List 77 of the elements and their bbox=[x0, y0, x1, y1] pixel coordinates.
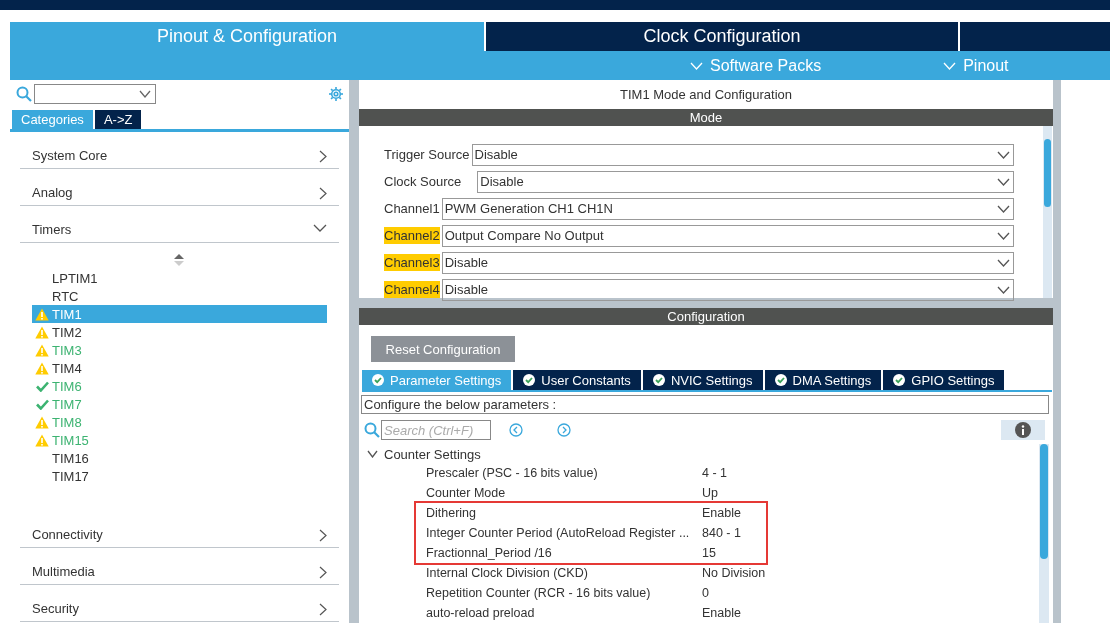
previous-icon[interactable] bbox=[509, 423, 523, 437]
description-field: Configure the below parameters : bbox=[361, 395, 1049, 414]
settings-icon bbox=[328, 86, 344, 102]
dropdown[interactable]: Output Compare No Output bbox=[441, 224, 1014, 247]
field-label: Clock Source bbox=[384, 173, 462, 190]
search-field[interactable]: Search (Ctrl+F) bbox=[381, 420, 491, 440]
info-button[interactable] bbox=[1001, 420, 1045, 440]
search-icon bbox=[364, 422, 380, 438]
category-header[interactable]: Connectivity bbox=[20, 511, 339, 548]
param-name: Fractionnal_Period /16 bbox=[426, 546, 553, 560]
main-tab[interactable]: Clock Configuration bbox=[486, 22, 958, 51]
panel-title: TIM1 Mode and Configuration bbox=[619, 86, 793, 104]
field-label: Channel4 bbox=[384, 281, 440, 298]
chevron-down-icon bbox=[139, 90, 151, 98]
dropdown[interactable]: Disable bbox=[441, 251, 1014, 274]
param-name: Internal Clock Division (CKD) bbox=[426, 566, 589, 580]
settings-tab[interactable]: User Constants bbox=[513, 370, 641, 390]
param-name: Dithering bbox=[426, 506, 478, 520]
param-name: Repetition Counter (RCR - 16 bits value) bbox=[426, 586, 652, 600]
timer-item[interactable]: TIM4 bbox=[32, 359, 327, 377]
check-circle-icon bbox=[774, 374, 787, 386]
chevron-down-icon bbox=[997, 285, 1010, 294]
filter-combobox[interactable] bbox=[34, 84, 156, 104]
param-value[interactable]: 4 - 1 bbox=[702, 466, 727, 480]
param-name: Integer Counter Period (AutoReload Register ... bbox=[426, 526, 691, 540]
category-header[interactable]: Timers bbox=[20, 206, 339, 243]
check-circle-icon bbox=[523, 374, 536, 386]
section-header: Configuration bbox=[359, 308, 1053, 325]
param-value[interactable]: 15 bbox=[702, 546, 716, 560]
param-value[interactable]: Enable bbox=[702, 606, 741, 620]
param-name: Counter Mode bbox=[426, 486, 507, 500]
timer-item[interactable]: RTC bbox=[32, 287, 327, 305]
param-name: Prescaler (PSC - 16 bits value) bbox=[426, 466, 599, 480]
chevron-down-icon bbox=[997, 231, 1010, 240]
sort-icon bbox=[173, 254, 184, 266]
param-name: auto-reload preload bbox=[426, 606, 536, 620]
field-label: Trigger Source bbox=[384, 146, 470, 163]
check-circle-icon bbox=[652, 374, 665, 386]
param-value[interactable]: 840 - 1 bbox=[702, 526, 741, 540]
category-header[interactable]: Security bbox=[20, 585, 339, 622]
category-header[interactable]: Multimedia bbox=[20, 548, 339, 585]
chevron-down-icon bbox=[997, 177, 1010, 186]
field-label: Channel3 bbox=[384, 254, 440, 271]
settings-tab[interactable]: NVIC Settings bbox=[642, 370, 763, 390]
settings-tab[interactable]: GPIO Settings bbox=[883, 370, 1005, 390]
group-header[interactable]: Counter Settings bbox=[359, 445, 1039, 463]
timer-item[interactable]: TIM17 bbox=[32, 467, 327, 485]
timer-item[interactable]: LPTIM1 bbox=[32, 269, 327, 287]
param-value[interactable]: Up bbox=[702, 486, 718, 500]
field-label: Channel2 bbox=[384, 227, 440, 244]
chevron-down-icon bbox=[997, 150, 1010, 159]
param-value[interactable]: No Division bbox=[702, 566, 766, 580]
dropdown[interactable]: Disable bbox=[441, 278, 1014, 301]
timer-item[interactable]: TIM2 bbox=[32, 323, 327, 341]
check-circle-icon bbox=[372, 374, 384, 386]
dropdown[interactable]: Disable bbox=[471, 143, 1014, 166]
section-header: Mode bbox=[359, 109, 1053, 126]
field-label: Channel1 bbox=[384, 200, 440, 217]
category-header[interactable]: System Core bbox=[20, 132, 339, 169]
scrollbar[interactable] bbox=[1043, 126, 1052, 298]
next-icon[interactable] bbox=[557, 423, 571, 437]
timer-item[interactable]: TIM16 bbox=[32, 449, 327, 467]
check-circle-icon bbox=[893, 374, 906, 386]
scrollbar[interactable] bbox=[1039, 444, 1049, 623]
category-header[interactable]: Analog bbox=[20, 169, 339, 206]
view-tab[interactable]: A->Z bbox=[94, 110, 142, 129]
chevron-down-icon bbox=[997, 258, 1010, 267]
param-value[interactable]: Enable bbox=[702, 506, 741, 520]
chevron-down-icon bbox=[690, 61, 703, 70]
settings-tab[interactable]: DMA Settings bbox=[764, 370, 882, 390]
chevron-down-icon bbox=[997, 204, 1010, 213]
search-icon bbox=[16, 86, 32, 102]
chevron-down-icon bbox=[943, 61, 957, 70]
dropdown[interactable]: Disable bbox=[477, 170, 1014, 193]
dropdown[interactable]: PWM Generation CH1 CH1N bbox=[441, 197, 1014, 220]
param-value[interactable]: 0 bbox=[702, 586, 709, 600]
info-icon bbox=[1015, 422, 1031, 438]
